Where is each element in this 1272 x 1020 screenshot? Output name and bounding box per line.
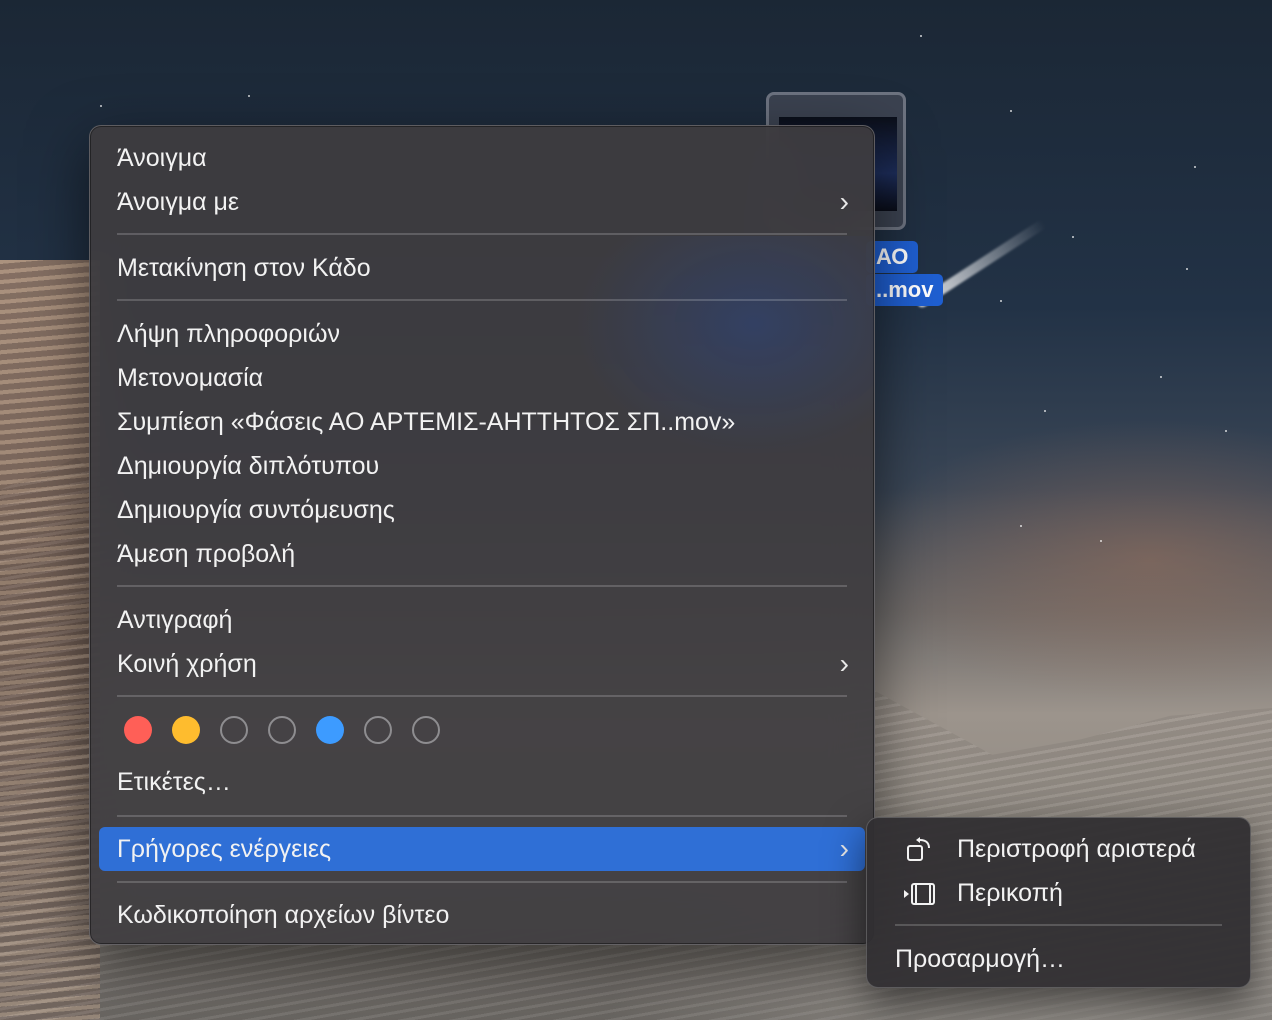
quick-actions-submenu: Περιστροφή αριστερά Περικοπή Προσαρμογή… xyxy=(866,817,1251,988)
menu-item-label: Άνοιγμα xyxy=(117,144,207,172)
menu-item-label: Λήψη πληροφοριών xyxy=(117,320,340,348)
menu-item-label: Δημιουργία διπλότυπου xyxy=(117,452,380,480)
submenu-item-trim[interactable]: Περικοπή xyxy=(875,871,1242,915)
menu-item-label: Κοινή χρήση xyxy=(117,650,257,678)
menu-item-make-alias[interactable]: Δημιουργία συντόμευσης xyxy=(99,488,865,532)
submenu-item-label: Περιστροφή αριστερά xyxy=(957,835,1196,863)
star xyxy=(1194,166,1196,168)
menu-item-label: Μετακίνηση στον Κάδο xyxy=(117,254,371,282)
menu-item-label: Ετικέτες… xyxy=(117,768,231,796)
menu-item-tags[interactable]: Ετικέτες… xyxy=(99,760,865,804)
trim-icon xyxy=(904,883,935,905)
menu-item-label: Άμεση προβολή xyxy=(117,540,296,568)
submenu-item-label: Προσαρμογή… xyxy=(895,945,1065,973)
tag-gray[interactable] xyxy=(412,716,440,744)
menu-item-encode-video[interactable]: Κωδικοποίηση αρχείων βίντεο xyxy=(99,893,865,937)
submenu-item-customize[interactable]: Προσαρμογή… xyxy=(875,937,1242,981)
rotate-left-icon xyxy=(907,837,930,861)
tag-red[interactable] xyxy=(124,716,152,744)
menu-separator xyxy=(117,695,847,697)
menu-item-compress[interactable]: Συμπίεση «Φάσεις ΑΟ ΑΡΤΕΜΙΣ-ΑΗΤΤΗΤΟΣ ΣΠ.… xyxy=(99,400,865,444)
submenu-item-label: Περικοπή xyxy=(957,879,1063,907)
context-menu: Άνοιγμα Άνοιγμα με › Μετακίνηση στον Κάδ… xyxy=(89,125,875,945)
star xyxy=(1160,376,1162,378)
menu-separator xyxy=(117,299,847,301)
menu-separator xyxy=(117,585,847,587)
star xyxy=(1020,525,1022,527)
submenu-separator xyxy=(895,924,1222,926)
menu-item-copy[interactable]: Αντιγραφή xyxy=(99,598,865,642)
menu-separator xyxy=(117,881,847,883)
tag-yellow[interactable] xyxy=(220,716,248,744)
menu-item-duplicate[interactable]: Δημιουργία διπλότυπου xyxy=(99,444,865,488)
submenu-item-rotate-left[interactable]: Περιστροφή αριστερά xyxy=(875,827,1242,871)
menu-item-open[interactable]: Άνοιγμα xyxy=(99,136,865,180)
star xyxy=(1072,236,1074,238)
menu-item-label: Κωδικοποίηση αρχείων βίντεο xyxy=(117,901,450,929)
star xyxy=(1044,410,1046,412)
menu-separator xyxy=(117,815,847,817)
menu-item-label: Μετονομασία xyxy=(117,364,264,392)
menu-item-label: Δημιουργία συντόμευσης xyxy=(117,496,395,524)
star xyxy=(248,95,250,97)
star xyxy=(920,35,922,37)
tag-green[interactable] xyxy=(268,716,296,744)
menu-item-label: Συμπίεση «Φάσεις ΑΟ ΑΡΤΕΜΙΣ-ΑΗΤΤΗΤΟΣ ΣΠ.… xyxy=(117,408,736,436)
tag-orange[interactable] xyxy=(172,716,200,744)
menu-item-quick-actions[interactable]: Γρήγορες ενέργειες › xyxy=(99,827,865,871)
menu-item-quick-look[interactable]: Άμεση προβολή xyxy=(99,532,865,576)
menu-item-label: Άνοιγμα με xyxy=(117,188,240,216)
star xyxy=(1000,300,1002,302)
star xyxy=(1010,110,1012,112)
menu-item-open-with[interactable]: Άνοιγμα με › xyxy=(99,180,865,224)
chevron-right-icon: › xyxy=(839,648,849,679)
chevron-right-icon: › xyxy=(839,186,849,217)
file-name-label-line2[interactable]: ..mov xyxy=(866,274,944,306)
menu-item-label: Γρήγορες ενέργειες xyxy=(117,835,332,863)
tag-blue[interactable] xyxy=(316,716,344,744)
menu-item-label: Αντιγραφή xyxy=(117,606,233,634)
chevron-right-icon: › xyxy=(839,833,849,864)
menu-separator xyxy=(117,233,847,235)
menu-item-share[interactable]: Κοινή χρήση › xyxy=(99,642,865,686)
star xyxy=(1225,430,1227,432)
menu-item-rename[interactable]: Μετονομασία xyxy=(99,356,865,400)
menu-item-move-to-trash[interactable]: Μετακίνηση στον Κάδο xyxy=(99,246,865,290)
star xyxy=(1186,268,1188,270)
star xyxy=(1100,540,1102,542)
star xyxy=(100,105,102,107)
menu-item-get-info[interactable]: Λήψη πληροφοριών xyxy=(99,312,865,356)
tag-purple[interactable] xyxy=(364,716,392,744)
